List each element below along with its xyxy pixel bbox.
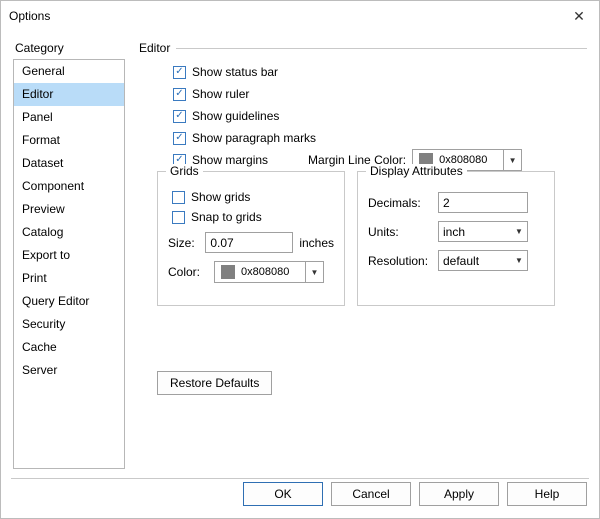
chevron-down-icon[interactable]: ▼	[503, 150, 521, 170]
category-item-export-to[interactable]: Export to	[14, 244, 124, 267]
category-panel: Category GeneralEditorPanelFormatDataset…	[13, 41, 125, 470]
decimals-label: Decimals:	[368, 196, 438, 210]
category-item-editor[interactable]: Editor	[14, 83, 124, 106]
label-show-ruler: Show ruler	[192, 87, 249, 101]
category-item-security[interactable]: Security	[14, 313, 124, 336]
ok-button[interactable]: OK	[243, 482, 323, 506]
category-item-query-editor[interactable]: Query Editor	[14, 290, 124, 313]
grid-color-value: 0x808080	[241, 266, 305, 278]
titlebar: Options ✕	[1, 1, 599, 31]
row-snap-grids: ✓ Snap to grids	[168, 210, 334, 224]
row-grid-color: Color: 0x808080 ▼	[168, 261, 334, 283]
label-show-paragraph: Show paragraph marks	[192, 131, 316, 145]
checkbox-show-paragraph[interactable]: ✓	[173, 132, 186, 145]
checkbox-show-status-bar[interactable]: ✓	[173, 66, 186, 79]
resolution-value: default	[439, 254, 511, 268]
options-dialog: Options ✕ Category GeneralEditorPanelFor…	[0, 0, 600, 519]
row-show-grids: ✓ Show grids	[168, 190, 334, 204]
section-title: Editor	[139, 41, 170, 55]
restore-defaults-button[interactable]: Restore Defaults	[157, 371, 272, 395]
grid-size-label: Size:	[168, 236, 205, 250]
checkbox-show-ruler[interactable]: ✓	[173, 88, 186, 101]
units-combo[interactable]: inch ▼	[438, 221, 528, 242]
units-label: Units:	[368, 225, 438, 239]
display-legend: Display Attributes	[366, 164, 467, 178]
label-show-margins: Show margins	[192, 153, 268, 167]
units-value: inch	[439, 225, 511, 239]
grid-color-swatch	[221, 265, 235, 279]
category-item-panel[interactable]: Panel	[14, 106, 124, 129]
category-item-format[interactable]: Format	[14, 129, 124, 152]
resolution-label: Resolution:	[368, 254, 438, 268]
category-list[interactable]: GeneralEditorPanelFormatDatasetComponent…	[13, 59, 125, 469]
category-item-component[interactable]: Component	[14, 175, 124, 198]
section-header: Editor	[139, 41, 587, 55]
window-title: Options	[9, 9, 559, 23]
row-show-ruler: ✓ Show ruler	[173, 85, 587, 103]
decimals-input[interactable]	[438, 192, 528, 213]
grid-size-input[interactable]	[205, 232, 293, 253]
checkbox-show-guidelines[interactable]: ✓	[173, 110, 186, 123]
label-show-status-bar: Show status bar	[192, 65, 278, 79]
row-show-guidelines: ✓ Show guidelines	[173, 107, 587, 125]
row-units: Units: inch ▼	[368, 221, 544, 242]
display-attributes-group: Display Attributes Decimals: Units: inch…	[357, 171, 555, 306]
content: Category GeneralEditorPanelFormatDataset…	[1, 31, 599, 470]
category-item-general[interactable]: General	[14, 60, 124, 83]
apply-button[interactable]: Apply	[419, 482, 499, 506]
chevron-down-icon[interactable]: ▼	[511, 251, 527, 270]
label-show-guidelines: Show guidelines	[192, 109, 279, 123]
grid-size-unit: inches	[299, 236, 334, 250]
chevron-down-icon[interactable]: ▼	[305, 262, 323, 282]
editor-pane: Editor ✓ Show status bar ✓ Show ruler ✓ …	[125, 41, 587, 470]
row-resolution: Resolution: default ▼	[368, 250, 544, 271]
checkbox-show-grids[interactable]: ✓	[172, 191, 185, 204]
category-item-cache[interactable]: Cache	[14, 336, 124, 359]
row-decimals: Decimals:	[368, 192, 544, 213]
category-label: Category	[15, 41, 125, 55]
cancel-button[interactable]: Cancel	[331, 482, 411, 506]
resolution-combo[interactable]: default ▼	[438, 250, 528, 271]
label-snap-grids: Snap to grids	[191, 210, 262, 224]
dialog-footer: OK Cancel Apply Help	[1, 470, 599, 518]
checkbox-snap-grids[interactable]: ✓	[172, 211, 185, 224]
grids-legend: Grids	[166, 164, 203, 178]
chevron-down-icon[interactable]: ▼	[511, 222, 527, 241]
close-icon[interactable]: ✕	[559, 1, 599, 31]
category-item-preview[interactable]: Preview	[14, 198, 124, 221]
category-item-print[interactable]: Print	[14, 267, 124, 290]
row-show-status-bar: ✓ Show status bar	[173, 63, 587, 81]
category-item-catalog[interactable]: Catalog	[14, 221, 124, 244]
grid-color-label: Color:	[168, 265, 214, 279]
grids-group: Grids ✓ Show grids ✓ Snap to grids Size:…	[157, 171, 345, 306]
grid-color-picker[interactable]: 0x808080 ▼	[214, 261, 324, 283]
label-show-grids: Show grids	[191, 190, 250, 204]
category-item-server[interactable]: Server	[14, 359, 124, 382]
section-divider	[176, 48, 587, 49]
row-grid-size: Size: inches	[168, 232, 334, 253]
help-button[interactable]: Help	[507, 482, 587, 506]
category-item-dataset[interactable]: Dataset	[14, 152, 124, 175]
row-show-paragraph: ✓ Show paragraph marks	[173, 129, 587, 147]
